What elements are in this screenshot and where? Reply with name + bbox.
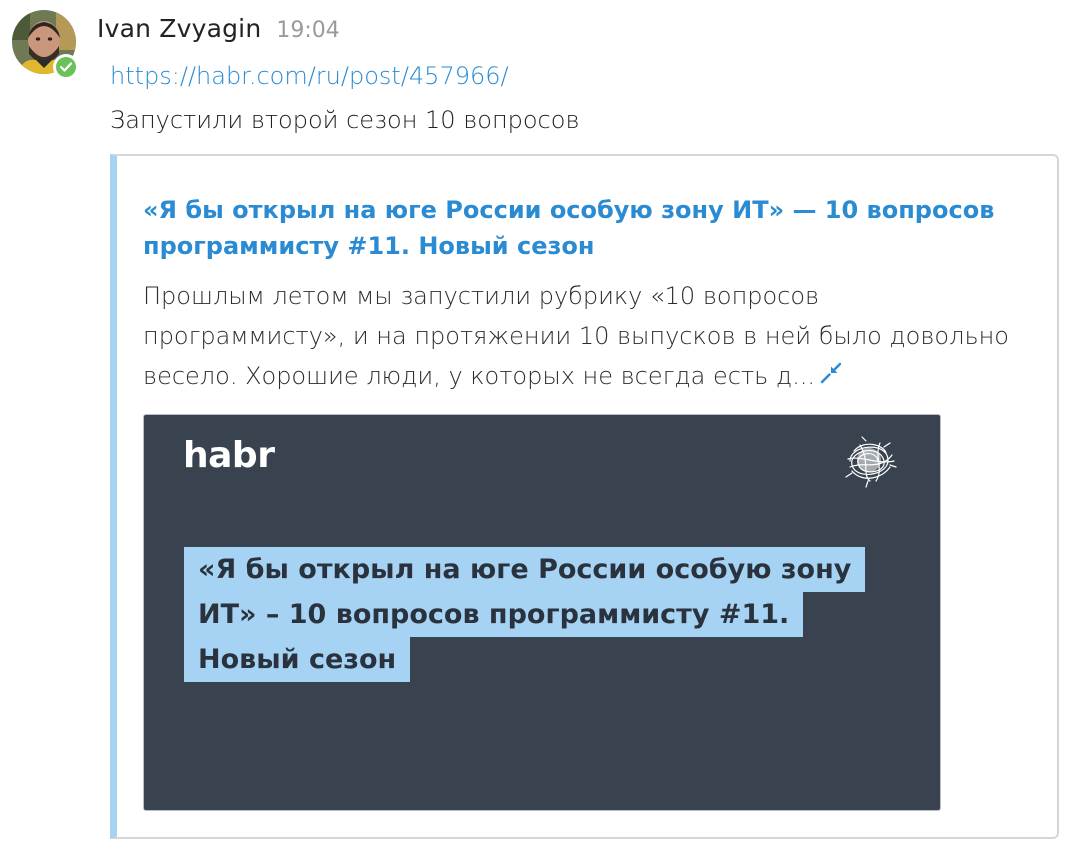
chat-message: Ivan Zvyagin 19:04 https://habr.com/ru/p… [0,0,1076,850]
message-timestamp: 19:04 [276,18,340,43]
check-icon [60,62,72,72]
image-headline-line: ИТ» – 10 вопросов программисту #11. [184,592,804,637]
link-preview[interactable]: «Я бы открыл на юге России особую зону И… [110,154,1059,839]
image-headline: «Я бы открыл на юге России особую зону И… [184,547,866,682]
image-headline-line: «Я бы открыл на юге России особую зону [184,547,866,592]
scribble-ball-icon [845,436,897,488]
message-link[interactable]: https://habr.com/ru/post/457966/ [110,62,509,90]
message-header: Ivan Zvyagin 19:04 [97,14,340,48]
habr-logo: habr [183,435,275,476]
preview-title[interactable]: «Я бы открыл на юге России особую зону И… [143,192,1023,264]
message-caption: Запустили второй сезон 10 вопросов [110,106,580,134]
preview-description: Прошлым летом мы запустили рубрику «10 в… [143,276,1021,397]
collapse-arrows-icon[interactable] [819,357,843,397]
online-status-badge [53,54,79,80]
preview-description-text: Прошлым летом мы запустили рубрику «10 в… [143,282,1009,390]
image-headline-line: Новый сезон [184,637,411,682]
preview-image[interactable]: habr «Я бы открыл на юге России особую з… [143,414,941,811]
author-name[interactable]: Ivan Zvyagin [97,14,261,43]
